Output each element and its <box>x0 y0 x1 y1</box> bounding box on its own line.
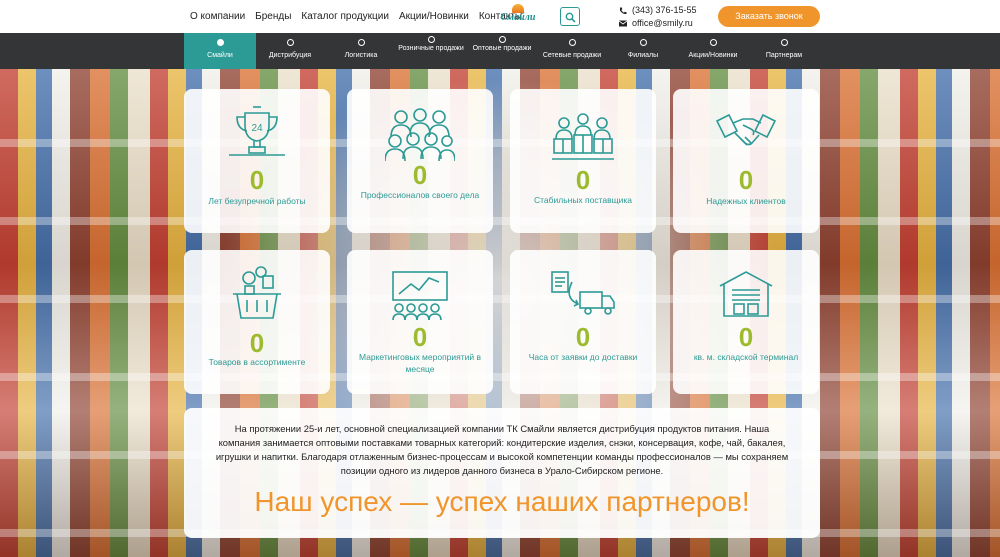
stat-value: 0 <box>249 165 265 195</box>
stat-caption: Маркетинговых мероприятий в месяце <box>358 352 482 374</box>
stat-caption: Товаров в ассортименте <box>208 357 306 367</box>
tab-dot <box>357 39 365 46</box>
tab-logistics[interactable]: Логистика <box>325 33 397 69</box>
email-link[interactable]: office@smily.ru <box>632 17 693 30</box>
basket-icon <box>233 266 281 319</box>
tab-wholesale[interactable]: Оптовые продажи <box>466 33 538 69</box>
trophy-icon: 24 <box>229 106 285 156</box>
tab-label: Сетевые продажи <box>542 52 602 59</box>
phone-number[interactable]: (343) 376-15-55 <box>632 4 697 17</box>
stat-card-professionals: 0 Профессионалов своего дела <box>347 89 493 233</box>
stat-card-marketing: 0 Маркетинговых мероприятий в месяце <box>347 250 493 394</box>
stat-caption: Часа от заявки до доставки <box>528 352 638 362</box>
stat-caption: Профессионалов своего дела <box>360 190 480 200</box>
phone-icon <box>620 7 627 14</box>
menu-item-catalog[interactable]: Каталог продукции <box>301 11 389 22</box>
stat-value: 0 <box>738 165 754 195</box>
tab-dot <box>498 36 506 43</box>
tab-dot <box>216 39 224 46</box>
stat-value: 0 <box>412 160 428 190</box>
search-button[interactable] <box>560 7 580 26</box>
tab-label: Оптовые продажи <box>472 45 532 52</box>
delivery-truck-icon <box>551 271 615 315</box>
about-block: На протяжении 25-и лет, основной специал… <box>184 408 820 538</box>
menu-item-about[interactable]: О компании <box>190 11 245 22</box>
tab-label: Партнерам <box>765 52 803 59</box>
tab-dot <box>568 39 576 46</box>
tab-label: Логистика <box>344 52 378 59</box>
site-header: О компании Бренды Каталог продукции Акци… <box>0 0 1000 33</box>
main-menu: О компании Бренды Каталог продукции Акци… <box>190 11 522 22</box>
tab-dot <box>639 39 647 46</box>
presentation-icon <box>392 271 448 320</box>
tab-promotions[interactable]: Акции/Новинки <box>677 33 749 69</box>
stat-card-years: 24 0 Лет безупречной работы <box>184 89 330 233</box>
stat-caption: кв. м. складской терминал <box>693 352 799 362</box>
stat-value: 0 <box>738 322 754 352</box>
about-text: На протяжении 25-и лет, основной специал… <box>215 423 789 476</box>
team-icon <box>385 108 455 161</box>
envelope-icon <box>619 20 627 27</box>
tab-distribution[interactable]: Дистрибуция <box>254 33 326 69</box>
tab-chain-sales[interactable]: Сетевые продажи <box>536 33 608 69</box>
tab-dot <box>780 39 788 46</box>
tab-label: Смайли <box>207 52 233 59</box>
stat-caption: Надежных клиентов <box>706 196 786 206</box>
warehouse-icon <box>719 271 773 317</box>
tab-smiley[interactable]: Смайли <box>184 33 256 69</box>
menu-item-brands[interactable]: Бренды <box>255 11 291 22</box>
section-tabs: Смайли Дистрибуция Логистика Розничные п… <box>0 33 1000 69</box>
stat-card-clients: 0 Надежных клиентов <box>673 89 819 233</box>
tab-retail[interactable]: Розничные продажи <box>395 33 467 69</box>
tab-partners[interactable]: Партнерам <box>748 33 820 69</box>
tab-label: Акции/Новинки <box>688 52 738 59</box>
tab-label: Дистрибуция <box>268 52 312 59</box>
logo[interactable]: Смайли <box>499 2 537 32</box>
search-icon <box>565 12 576 23</box>
order-call-button[interactable]: Заказать звонок <box>718 6 820 27</box>
slogan: Наш успех — успех наших партнеров! <box>254 486 750 517</box>
menu-item-promotions[interactable]: Акции/Новинки <box>399 11 469 22</box>
stat-value: 0 <box>575 165 591 195</box>
stat-card-delivery: 0 Часа от заявки до доставки <box>510 250 656 394</box>
stat-value: 0 <box>575 322 591 352</box>
tab-label: Розничные продажи <box>398 45 464 52</box>
contacts: (343) 376-15-55 office@smily.ru <box>619 4 697 30</box>
logo-text: Смайли <box>500 12 536 23</box>
tab-dot <box>427 36 435 43</box>
stat-card-suppliers: 0 Стабильных поставщика <box>510 89 656 233</box>
tab-label: Филиалы <box>627 52 659 59</box>
stat-card-warehouse: 0 кв. м. складской терминал <box>673 250 819 394</box>
stat-value: 0 <box>249 328 265 358</box>
stat-card-products: 0 Товаров в ассортименте <box>184 250 330 394</box>
stat-caption: Лет безупречной работы <box>208 196 306 206</box>
tab-dot <box>286 39 294 46</box>
suppliers-icon <box>552 113 614 160</box>
handshake-icon <box>715 113 777 146</box>
stat-caption: Стабильных поставщика <box>533 195 633 205</box>
svg-text:24: 24 <box>251 123 263 134</box>
tab-branches[interactable]: Филиалы <box>607 33 679 69</box>
tab-dot <box>709 39 717 46</box>
stat-value: 0 <box>412 322 428 352</box>
